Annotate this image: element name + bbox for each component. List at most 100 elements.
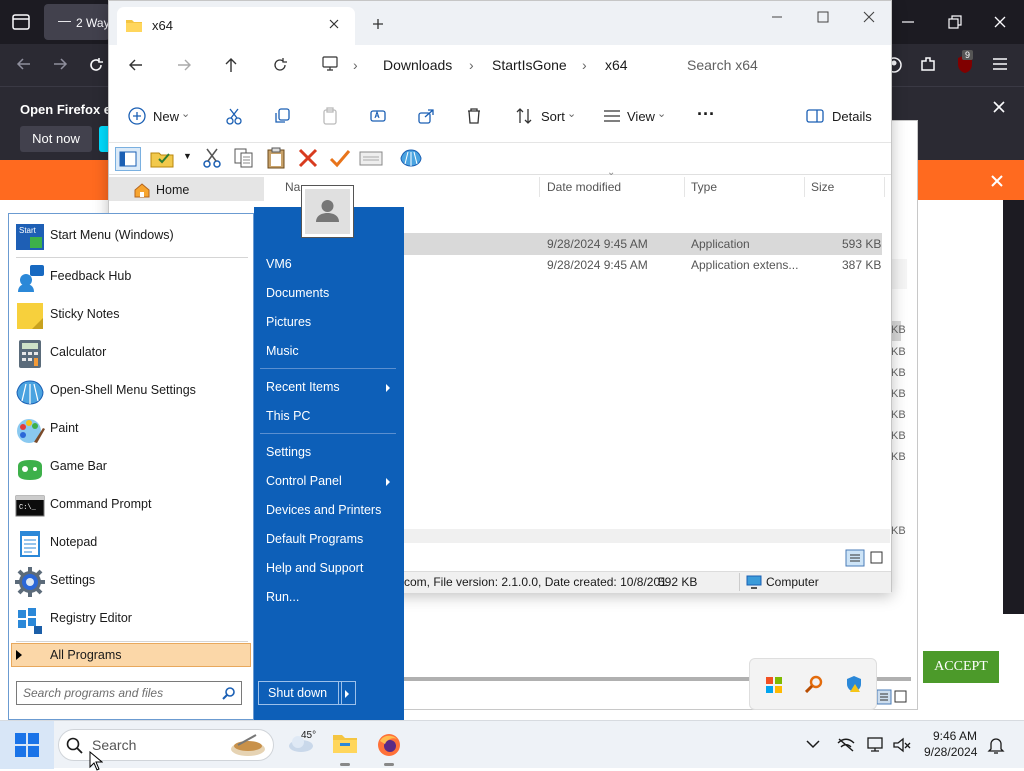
delete-icon[interactable] <box>465 107 483 125</box>
email-icon[interactable] <box>359 149 383 167</box>
window-minimize-icon[interactable] <box>769 9 785 25</box>
accept-button[interactable]: ACCEPT <box>923 651 999 683</box>
bg-details-view-icon[interactable] <box>875 689 909 705</box>
details-button[interactable]: Details <box>832 109 872 124</box>
classic-copy-icon[interactable] <box>233 147 255 169</box>
properties-check-icon[interactable] <box>329 147 351 169</box>
place-pictures[interactable]: Pictures <box>266 315 311 329</box>
share-icon[interactable] <box>417 107 435 125</box>
details-view-icon[interactable] <box>845 549 885 567</box>
program-notepad[interactable]: Notepad <box>12 524 248 562</box>
sort-icon[interactable] <box>515 107 533 125</box>
file-explorer-taskbar-icon[interactable] <box>332 731 358 755</box>
column-divider[interactable] <box>539 177 540 197</box>
horizontal-scrollbar[interactable] <box>404 529 890 543</box>
display-icon[interactable] <box>866 736 886 754</box>
security-warning-icon[interactable] <box>845 675 863 693</box>
breadcrumb-downloads[interactable]: Downloads <box>383 57 452 73</box>
window-maximize-icon[interactable] <box>815 9 831 25</box>
program-registry-editor[interactable]: Registry Editor <box>12 600 248 638</box>
program-sticky-notes[interactable]: Sticky Notes <box>12 296 248 334</box>
program-start-menu[interactable]: Start Start Menu (Windows) <box>12 217 248 255</box>
notification-bell-icon[interactable] <box>987 736 1005 756</box>
column-divider[interactable] <box>804 177 805 197</box>
close-icon[interactable] <box>990 12 1010 32</box>
not-now-button[interactable]: Not now <box>20 126 92 152</box>
place-default-programs[interactable]: Default Programs <box>266 532 363 546</box>
all-programs-button[interactable] <box>11 643 251 667</box>
tab-list-icon[interactable] <box>0 0 44 44</box>
more-options-icon[interactable]: ··· <box>697 104 715 125</box>
program-settings[interactable]: Settings <box>12 562 248 600</box>
reload-icon[interactable] <box>86 55 106 75</box>
network-offline-icon[interactable] <box>836 737 856 753</box>
place-help-support[interactable]: Help and Support <box>266 561 363 575</box>
navigation-pane-icon[interactable] <box>115 147 141 171</box>
volume-muted-icon[interactable] <box>892 736 912 754</box>
start-button[interactable] <box>0 721 54 769</box>
copy-icon[interactable] <box>273 107 291 125</box>
search-magnifier-icon[interactable] <box>222 686 236 700</box>
nav-up-icon[interactable] <box>223 56 239 74</box>
clock-date[interactable]: 9/28/2024 <box>924 745 977 759</box>
place-documents[interactable]: Documents <box>266 286 329 300</box>
column-date-modified[interactable]: Date modified <box>547 180 621 194</box>
column-name[interactable]: Na <box>285 180 300 194</box>
show-hidden-icons-chevron[interactable] <box>804 737 822 751</box>
new-plus-icon[interactable] <box>127 106 147 126</box>
program-command-prompt[interactable]: C:\_ Command Prompt <box>12 486 248 524</box>
column-type[interactable]: Type <box>691 180 717 194</box>
place-control-panel[interactable]: Control Panel <box>266 474 342 488</box>
place-settings[interactable]: Settings <box>266 445 311 459</box>
place-this-pc[interactable]: This PC <box>266 409 310 423</box>
breadcrumb-startisgone[interactable]: StartIsGone <box>492 57 567 73</box>
restore-icon[interactable] <box>944 12 964 32</box>
details-pane-icon[interactable] <box>806 109 824 123</box>
classic-delete-icon[interactable] <box>297 147 319 169</box>
menu-icon[interactable] <box>990 56 1010 72</box>
sort-button[interactable]: Sort <box>541 109 565 124</box>
cut-icon[interactable] <box>225 107 243 125</box>
program-calculator[interactable]: Calculator <box>12 334 248 372</box>
clock-time[interactable]: 9:46 AM <box>933 729 977 743</box>
column-divider[interactable] <box>684 177 685 197</box>
minimize-icon[interactable] <box>898 14 918 30</box>
view-button[interactable]: View <box>627 109 655 124</box>
forward-icon[interactable] <box>50 56 70 72</box>
window-close-icon[interactable] <box>861 9 877 25</box>
search-tool-icon[interactable] <box>805 675 823 693</box>
program-open-shell-settings[interactable]: Open-Shell Menu Settings <box>12 372 248 410</box>
shutdown-options-button[interactable] <box>338 681 356 705</box>
firefox-taskbar-icon[interactable] <box>376 732 402 758</box>
place-music[interactable]: Music <box>266 344 299 358</box>
place-recent-items[interactable]: Recent Items <box>266 380 340 394</box>
shell-settings-icon[interactable] <box>399 147 423 169</box>
back-icon[interactable] <box>14 56 34 72</box>
rename-icon[interactable] <box>369 107 387 125</box>
program-feedback-hub[interactable]: Feedback Hub <box>12 258 248 296</box>
new-button[interactable]: New <box>153 109 179 124</box>
nav-forward-icon[interactable] <box>175 57 193 73</box>
new-tab-icon[interactable] <box>371 17 385 31</box>
place-vm6[interactable]: VM6 <box>266 257 292 271</box>
program-paint[interactable]: Paint <box>12 410 248 448</box>
microsoft-store-icon[interactable] <box>766 677 782 693</box>
program-game-bar[interactable]: Game Bar <box>12 448 248 486</box>
refresh-icon[interactable] <box>271 56 289 74</box>
user-picture[interactable] <box>301 185 354 238</box>
paste-icon[interactable] <box>321 107 339 125</box>
breadcrumb-x64[interactable]: x64 <box>605 57 628 73</box>
dropdown-arrow-icon[interactable]: ▼ <box>183 151 192 161</box>
column-divider[interactable] <box>884 177 885 197</box>
tab-close-icon[interactable] <box>327 17 341 31</box>
classic-paste-icon[interactable] <box>265 147 287 169</box>
place-devices-printers[interactable]: Devices and Printers <box>266 503 381 517</box>
notification-close-icon[interactable] <box>990 98 1008 116</box>
column-size[interactable]: Size <box>811 180 834 194</box>
extensions-icon[interactable] <box>918 54 938 74</box>
classic-cut-icon[interactable] <box>201 147 223 169</box>
folder-options-icon[interactable] <box>149 147 179 169</box>
banner-close-icon[interactable] <box>988 172 1006 190</box>
view-icon[interactable] <box>603 109 621 123</box>
nav-back-icon[interactable] <box>127 57 145 73</box>
